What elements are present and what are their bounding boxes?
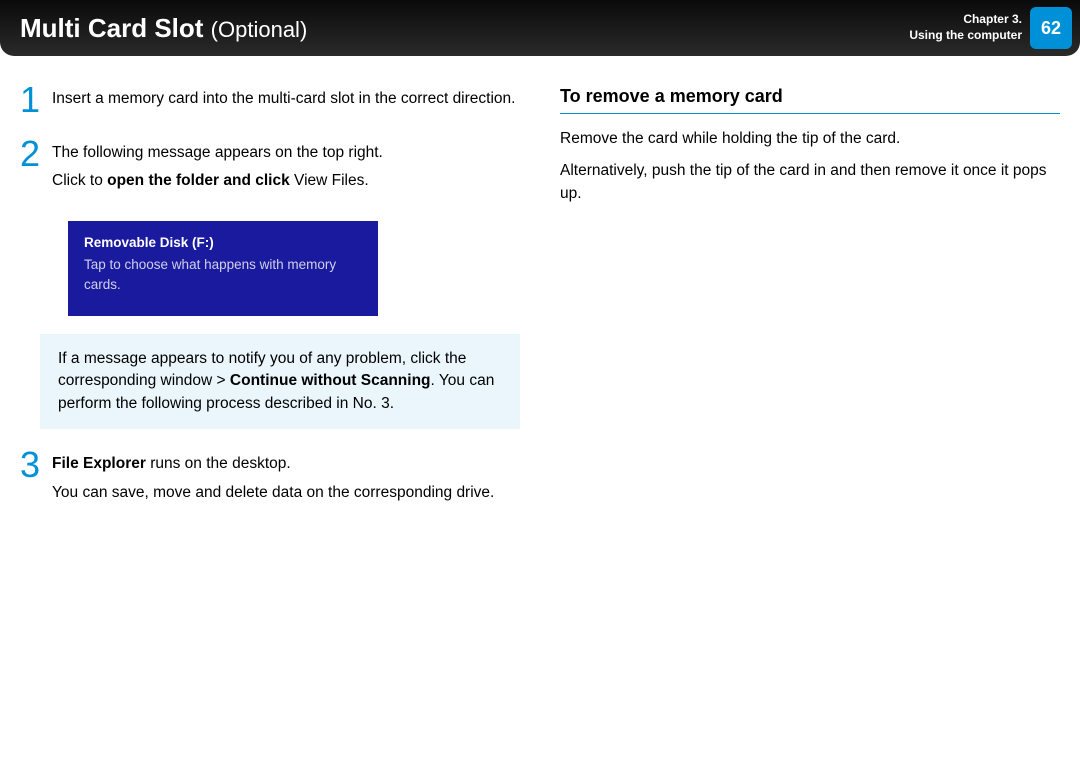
left-column: 1 Insert a memory card into the multi-ca…: [20, 86, 520, 532]
toast-title: Removable Disk (F:): [84, 233, 362, 253]
step-3-line2: You can save, move and delete data on th…: [52, 482, 520, 504]
page-number-badge: 62: [1030, 7, 1072, 49]
section-heading: To remove a memory card: [560, 86, 1060, 114]
right-column: To remove a memory card Remove the card …: [560, 86, 1060, 532]
toast-body: Tap to choose what happens with memory c…: [84, 255, 362, 296]
step-3: 3 File Explorer runs on the desktop. You…: [20, 451, 520, 510]
chapter-line1: Chapter 3.: [909, 12, 1022, 28]
content-area: 1 Insert a memory card into the multi-ca…: [0, 56, 1080, 532]
chapter-line2: Using the computer: [909, 28, 1022, 44]
step-number: 1: [20, 82, 52, 118]
page-title: Multi Card Slot (Optional): [20, 13, 307, 44]
remove-para-1: Remove the card while holding the tip of…: [560, 128, 1060, 150]
note-box: If a message appears to notify you of an…: [40, 334, 520, 429]
step-number: 2: [20, 136, 52, 172]
step-number: 3: [20, 447, 52, 483]
page-header: Multi Card Slot (Optional) Chapter 3. Us…: [0, 0, 1080, 56]
chapter-info: Chapter 3. Using the computer: [909, 12, 1030, 43]
title-main: Multi Card Slot: [20, 13, 203, 43]
step-3-line1: File Explorer runs on the desktop.: [52, 453, 520, 475]
step-text: File Explorer runs on the desktop. You c…: [52, 451, 520, 510]
notification-toast: Removable Disk (F:) Tap to choose what h…: [68, 221, 378, 316]
step-text: The following message appears on the top…: [52, 140, 520, 199]
step-1-text: Insert a memory card into the multi-card…: [52, 88, 520, 110]
step-2-line1: The following message appears on the top…: [52, 142, 520, 164]
header-right: Chapter 3. Using the computer 62: [909, 7, 1080, 49]
step-2: 2 The following message appears on the t…: [20, 140, 520, 199]
step-text: Insert a memory card into the multi-card…: [52, 86, 520, 116]
step-1: 1 Insert a memory card into the multi-ca…: [20, 86, 520, 118]
title-optional: (Optional): [211, 17, 308, 42]
step-2-line2: Click to open the folder and click View …: [52, 170, 520, 192]
remove-para-2: Alternatively, push the tip of the card …: [560, 160, 1060, 205]
